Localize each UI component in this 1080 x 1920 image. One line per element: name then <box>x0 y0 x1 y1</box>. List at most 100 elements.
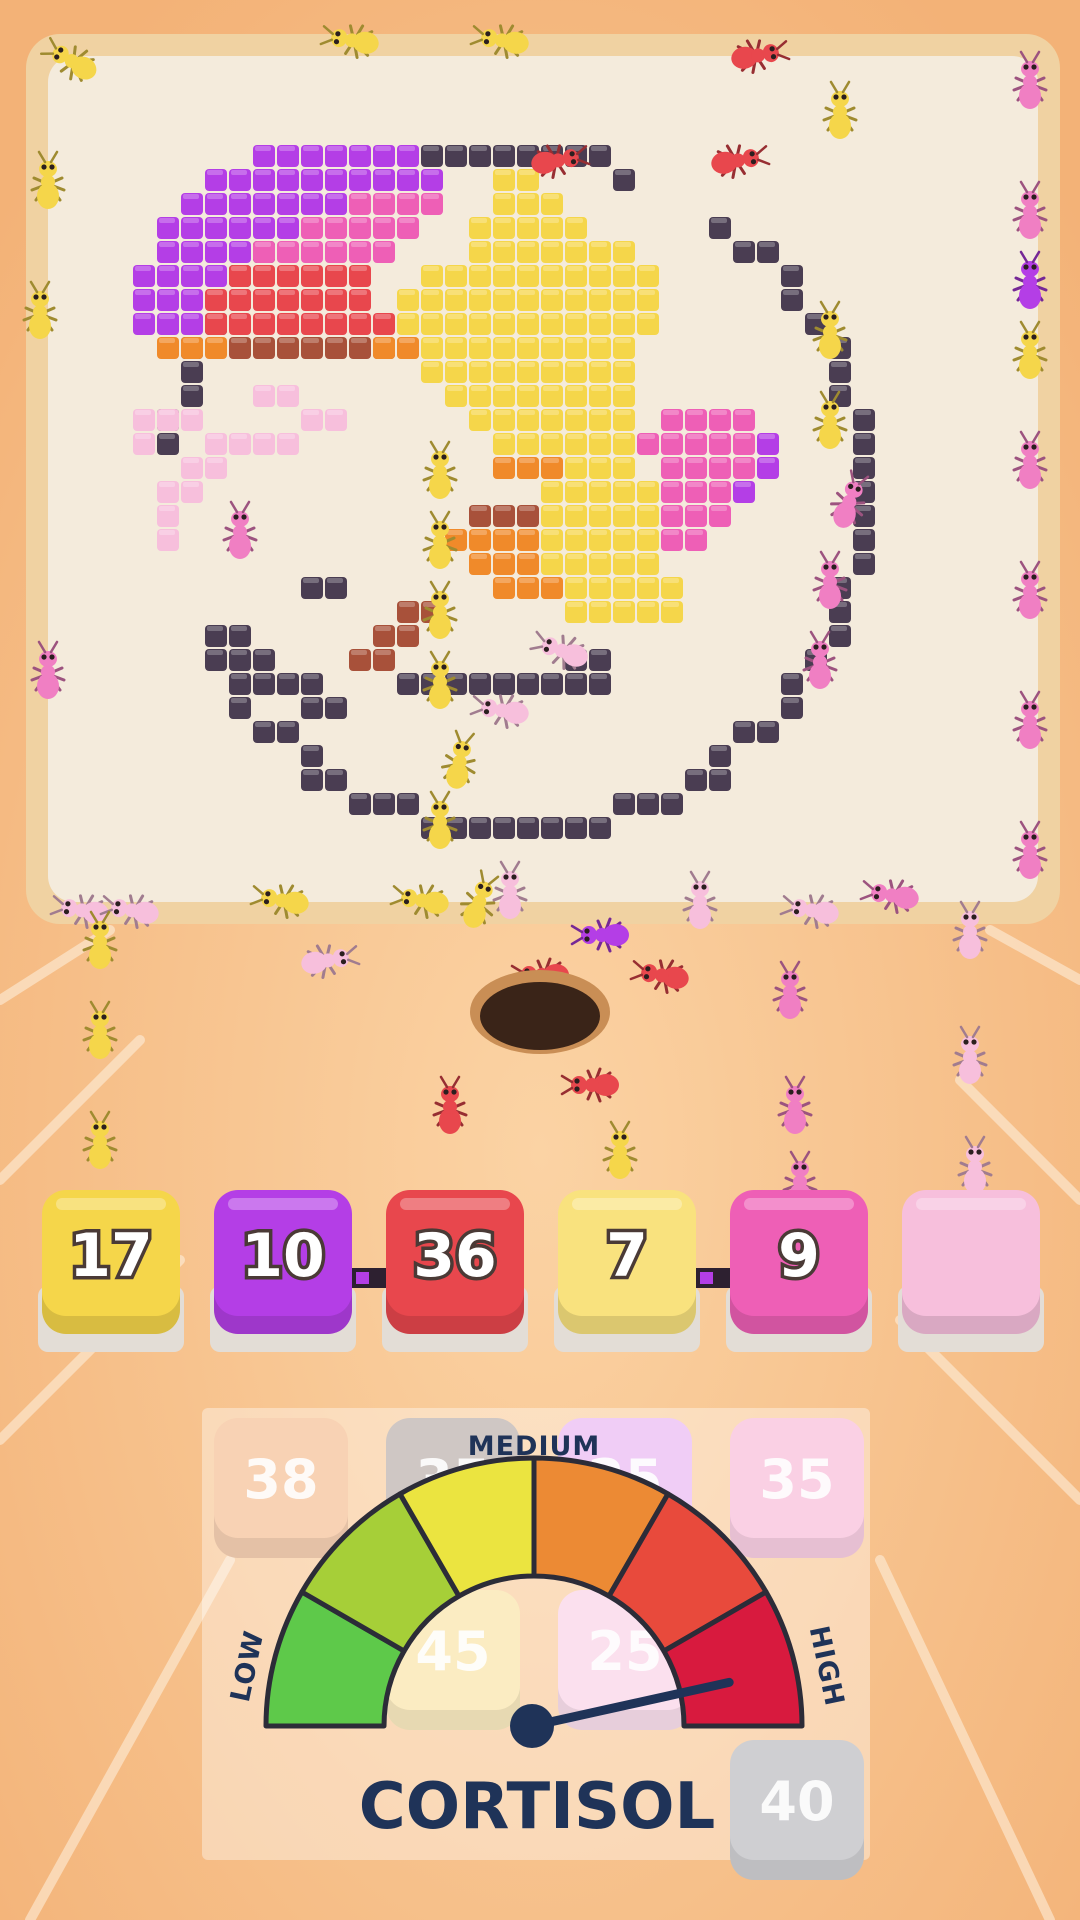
pixel-block-shine <box>639 602 655 607</box>
pixel-block-shine <box>471 290 487 295</box>
color-slot[interactable] <box>898 1190 1044 1352</box>
pixel-block-shine <box>519 314 535 319</box>
pixel-block-shine <box>183 410 199 415</box>
pixel-block-shine <box>855 530 871 535</box>
pixel-block-shine <box>207 218 223 223</box>
pixel-block-shine <box>615 554 631 559</box>
pixel-block-shine <box>207 266 223 271</box>
pixel-block-shine <box>231 698 247 703</box>
pixel-block-shine <box>663 602 679 607</box>
pixel-block-shine <box>279 170 295 175</box>
pixel-block-shine <box>591 482 607 487</box>
pixel-block-shine <box>399 338 415 343</box>
gauge-needle-hub <box>510 1704 554 1748</box>
slot-count: 10 <box>241 1221 325 1291</box>
pixel-block-shine <box>735 458 751 463</box>
pixel-block-shine <box>159 410 175 415</box>
pixel-block-shine <box>615 506 631 511</box>
pixel-block-shine <box>543 482 559 487</box>
color-slot[interactable]: 17 <box>38 1190 184 1352</box>
pixel-block-shine <box>663 578 679 583</box>
pixel-block-shine <box>207 626 223 631</box>
pixel-block-shine <box>327 338 343 343</box>
pixel-block-shine <box>687 458 703 463</box>
pixel-block-shine <box>183 338 199 343</box>
pixel-block-shine <box>519 554 535 559</box>
pixel-block-shine <box>399 146 415 151</box>
pixel-block-shine <box>159 506 175 511</box>
pixel-block-shine <box>591 314 607 319</box>
pixel-block-shine <box>567 434 583 439</box>
pixel-block-shine <box>351 146 367 151</box>
pixel-block-shine <box>663 530 679 535</box>
pixel-block-shine <box>423 266 439 271</box>
pixel-block-shine <box>423 146 439 151</box>
pixel-block-shine <box>327 698 343 703</box>
queue-block[interactable]: 35 <box>730 1418 864 1558</box>
pixel-block-shine <box>495 578 511 583</box>
color-slot[interactable]: 36 <box>382 1190 528 1352</box>
color-slot[interactable]: 9 <box>726 1190 872 1352</box>
pixel-block-shine <box>495 674 511 679</box>
pixel-block-shine <box>183 290 199 295</box>
pixel-block-shine <box>855 554 871 559</box>
pixel-block-shine <box>495 434 511 439</box>
pixel-block-shine <box>831 626 847 631</box>
pixel-block-shine <box>303 770 319 775</box>
pixel-block-shine <box>423 314 439 319</box>
pixel-block-shine <box>615 578 631 583</box>
pixel-block-shine <box>183 194 199 199</box>
pixel-block-shine <box>591 410 607 415</box>
pixel-block-shine <box>351 794 367 799</box>
pixel-block-shine <box>591 242 607 247</box>
pixel-block-shine <box>711 506 727 511</box>
pixel-block-shine <box>567 386 583 391</box>
pixel-block-shine <box>783 674 799 679</box>
pixel-block-shine <box>255 386 271 391</box>
pixel-block-shine <box>375 242 391 247</box>
pixel-block-shine <box>495 386 511 391</box>
pixel-block-shine <box>183 362 199 367</box>
pixel-block-shine <box>159 314 175 319</box>
pixel-block-shine <box>255 218 271 223</box>
slot-block-shine <box>916 1198 1026 1210</box>
pixel-block-shine <box>255 194 271 199</box>
queue-block[interactable]: 38 <box>214 1418 348 1558</box>
color-slot[interactable]: 7 <box>554 1190 700 1352</box>
pixel-block-shine <box>327 290 343 295</box>
pixel-block-shine <box>735 242 751 247</box>
pixel-block-shine <box>423 338 439 343</box>
pixel-block-shine <box>375 194 391 199</box>
pixel-block-shine <box>303 674 319 679</box>
pixel-block-shine <box>207 650 223 655</box>
pixel-block-shine <box>231 314 247 319</box>
pixel-block-shine <box>567 218 583 223</box>
pixel-block-shine <box>591 458 607 463</box>
pixel-block-shine <box>711 218 727 223</box>
pixel-block-shine <box>255 266 271 271</box>
pixel-block-shine <box>735 722 751 727</box>
pixel-block-shine <box>543 458 559 463</box>
pixel-block-shine <box>543 218 559 223</box>
pixel-block-shine <box>639 794 655 799</box>
pixel-block-shine <box>591 554 607 559</box>
pixel-block-shine <box>471 146 487 151</box>
pixel-block-shine <box>543 338 559 343</box>
pixel-block-shine <box>519 266 535 271</box>
pixel-block-shine <box>519 218 535 223</box>
pixel-block-shine <box>519 362 535 367</box>
queue-count: 38 <box>243 1448 318 1511</box>
game-scene: 17103679 38352535452540 LOW MEDIUM HIGH … <box>0 0 1080 1920</box>
color-slot[interactable]: 10 <box>210 1190 356 1352</box>
queue-block[interactable]: 40 <box>730 1740 864 1880</box>
pixel-block-shine <box>303 290 319 295</box>
pixel-block-shine <box>495 170 511 175</box>
pixel-block-shine <box>471 266 487 271</box>
pixel-block-shine <box>447 530 463 535</box>
queue-count: 40 <box>759 1770 834 1833</box>
slot-link-fill <box>356 1272 369 1284</box>
pixel-block-shine <box>399 626 415 631</box>
pixel-block-shine <box>375 218 391 223</box>
pixel-block-shine <box>327 578 343 583</box>
pixel-block-shine <box>543 506 559 511</box>
